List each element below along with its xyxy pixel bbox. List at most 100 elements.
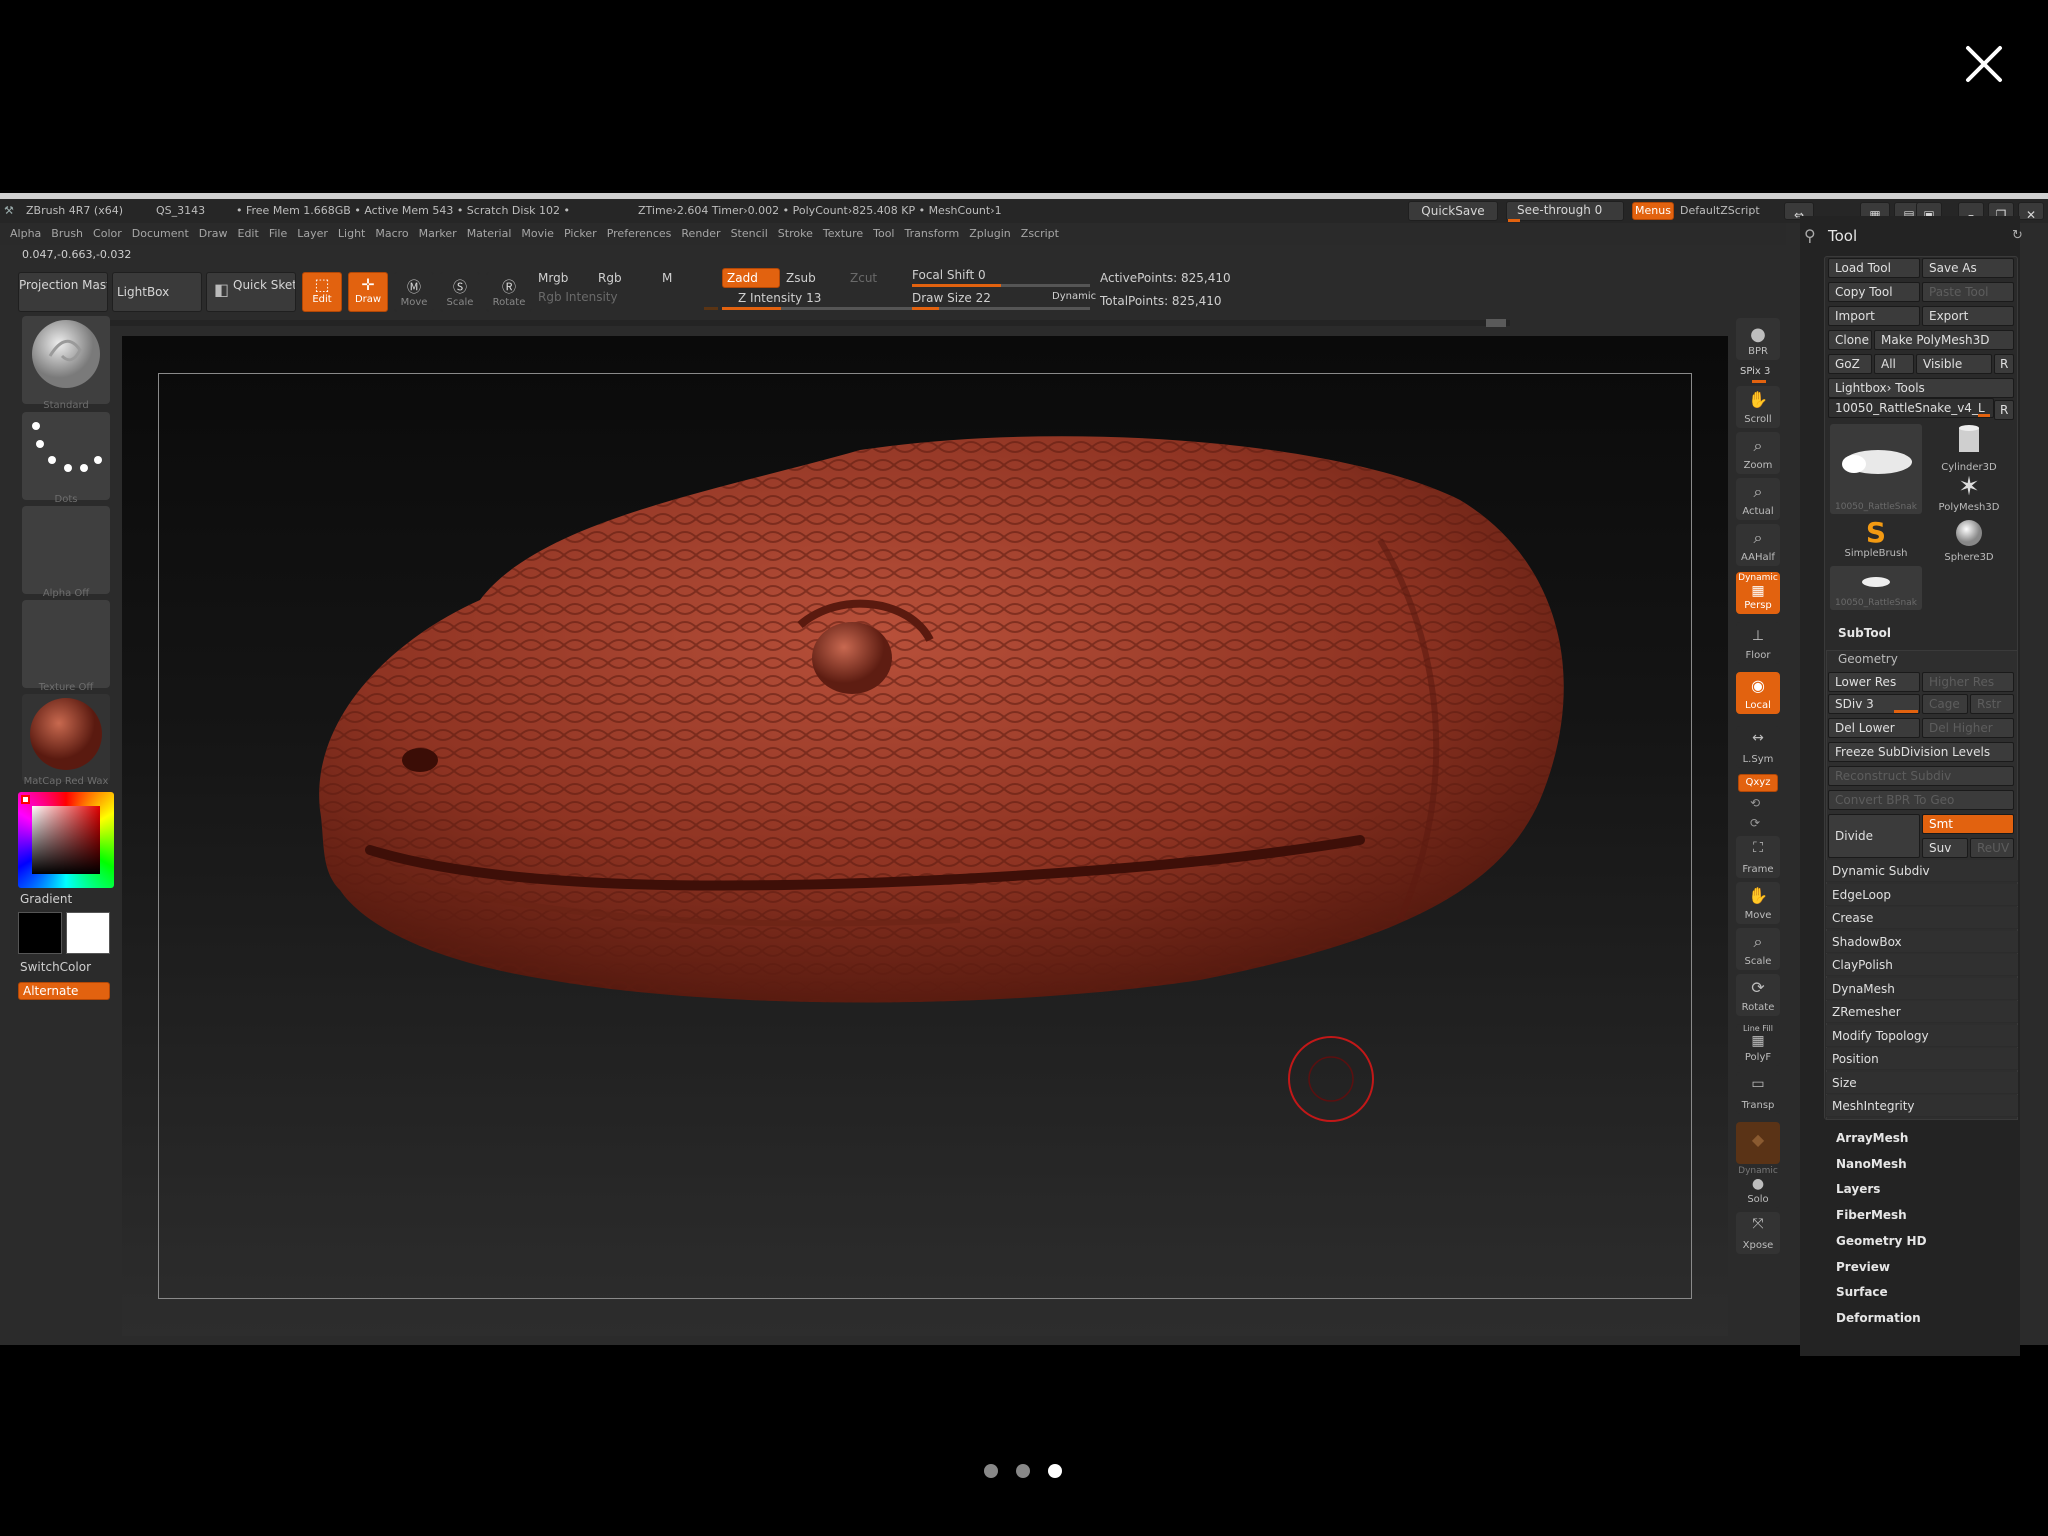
panel-refresh-icon[interactable]: ↻	[2012, 228, 2023, 243]
menu-item[interactable]: Zscript	[1021, 223, 1059, 245]
ghost-button[interactable]: ◆	[1736, 1122, 1780, 1164]
geometry-item[interactable]: ZRemesher	[1826, 1001, 2018, 1023]
geometry-item[interactable]: Dynamic Subdiv	[1826, 860, 2018, 882]
cage-button[interactable]: Cage	[1922, 694, 1968, 714]
scroll-button[interactable]: ✋ Scroll	[1736, 386, 1780, 428]
menu-item[interactable]: Preferences	[607, 223, 672, 245]
secondary-color-swatch[interactable]	[66, 912, 110, 954]
actual-button[interactable]: ⌕ Actual	[1736, 478, 1780, 520]
view-rotate-button[interactable]: ⟳ Rotate	[1736, 974, 1780, 1016]
geometry-header[interactable]: Geometry	[1838, 652, 1898, 666]
spix-slider[interactable]: SPix 3	[1740, 366, 1770, 377]
floor-button[interactable]: ⊥ Floor	[1736, 622, 1780, 664]
smt-toggle[interactable]: Smt	[1922, 814, 2014, 834]
tool-section[interactable]: Deformation	[1836, 1311, 1921, 1325]
draw-size-track[interactable]	[912, 307, 1090, 310]
paste-tool-button[interactable]: Paste Tool	[1922, 282, 2014, 302]
zcut-button[interactable]: Zcut	[850, 271, 877, 285]
goz-visible-button[interactable]: Visible	[1916, 354, 1992, 374]
xpose-button[interactable]: ⤧ Xpose	[1736, 1212, 1780, 1254]
alternate-button[interactable]: Alternate	[18, 982, 110, 1000]
page-dot[interactable]	[984, 1464, 998, 1478]
geometry-item[interactable]: Modify Topology	[1826, 1024, 2018, 1047]
lightbox-button[interactable]: LightBox	[112, 272, 202, 312]
tool-section[interactable]: Surface	[1836, 1285, 1888, 1299]
menu-item[interactable]: Draw	[199, 223, 228, 245]
main-color-swatch[interactable]	[18, 912, 62, 954]
m-button[interactable]: M	[662, 271, 672, 285]
import-button[interactable]: Import	[1828, 306, 1920, 326]
material-thumbnail[interactable]	[22, 694, 110, 782]
lsym-button[interactable]: ↔ L.Sym	[1736, 726, 1780, 768]
copy-tool-button[interactable]: Copy Tool	[1828, 282, 1920, 302]
persp-button[interactable]: Dynamic ▦ Persp	[1736, 572, 1780, 614]
page-dot-active[interactable]	[1048, 1464, 1062, 1478]
goz-r-button[interactable]: R	[1994, 354, 2014, 374]
script-name[interactable]: DefaultZScript	[1680, 199, 1760, 223]
rotate-button[interactable]: Ⓡ Rotate	[486, 272, 532, 312]
save-as-button[interactable]: Save As	[1922, 258, 2014, 278]
current-tool-r-button[interactable]: R	[1994, 400, 2014, 420]
export-button[interactable]: Export	[1922, 306, 2014, 326]
lower-res-button[interactable]: Lower Res	[1828, 672, 1920, 692]
menu-item[interactable]: Brush	[51, 223, 83, 245]
move-button[interactable]: Ⓜ Move	[394, 272, 434, 312]
frame-button[interactable]: ⛶ Frame	[1736, 836, 1780, 878]
tool-section[interactable]: Layers	[1836, 1182, 1880, 1196]
goz-all-button[interactable]: All	[1874, 354, 1914, 374]
geometry-item[interactable]: DynaMesh	[1826, 977, 2018, 1000]
menu-item[interactable]: Zplugin	[969, 223, 1011, 245]
brush-thumbnail[interactable]	[22, 316, 110, 404]
focal-shift-slider[interactable]: Focal Shift 0	[912, 268, 986, 282]
menu-item[interactable]: Marker	[419, 223, 457, 245]
solo-button[interactable]: Dynamic ● Solo	[1736, 1166, 1780, 1208]
divide-button[interactable]: Divide	[1828, 814, 1920, 858]
menu-item[interactable]: Render	[681, 223, 720, 245]
draw-size-slider[interactable]: Draw Size 22	[912, 291, 991, 305]
reconstruct-subdiv-button[interactable]: Reconstruct Subdiv	[1828, 766, 2014, 786]
transp-button[interactable]: ▭ Transp	[1736, 1072, 1780, 1114]
menu-item[interactable]: Color	[93, 223, 122, 245]
geometry-item[interactable]: Crease	[1826, 907, 2018, 929]
tool-thumb-rattlesnake[interactable]: 10050_RattleSnak	[1830, 424, 1922, 514]
draw-button[interactable]: ✛ Draw	[348, 272, 388, 312]
edit-button[interactable]: ⬚ Edit	[302, 272, 342, 312]
top-scrollbar-thumb[interactable]	[1486, 319, 1506, 327]
color-picker[interactable]	[18, 792, 114, 888]
rstr-button[interactable]: Rstr	[1970, 694, 2014, 714]
mrgb-button[interactable]: Mrgb	[538, 271, 568, 285]
freeze-subdiv-button[interactable]: Freeze SubDivision Levels	[1828, 742, 2014, 762]
window-close-icon[interactable]: ✕	[2018, 202, 2044, 220]
gradient-toggle[interactable]: Gradient	[20, 892, 72, 906]
menus-button[interactable]: Menus	[1632, 202, 1674, 220]
tool-panel-title[interactable]: Tool	[1828, 227, 1857, 245]
tool-thumb-simplebrush[interactable]: S SimpleBrush	[1830, 518, 1922, 564]
quicksave-button[interactable]: QuickSave	[1408, 201, 1498, 221]
clone-button[interactable]: Clone	[1828, 330, 1872, 350]
menu-item[interactable]: Light	[338, 223, 365, 245]
local-button[interactable]: ◉ Local	[1736, 672, 1780, 714]
higher-res-button[interactable]: Higher Res	[1922, 672, 2014, 692]
menu-item[interactable]: Stroke	[778, 223, 813, 245]
menu-item[interactable]: Picker	[564, 223, 597, 245]
del-higher-button[interactable]: Del Higher	[1922, 718, 2014, 738]
xyz-button[interactable]: Qxyz	[1738, 774, 1778, 792]
rattlesnake-model[interactable]	[300, 420, 1580, 1020]
menu-item[interactable]: Edit	[238, 223, 259, 245]
tool-section[interactable]: FiberMesh	[1836, 1208, 1907, 1222]
switchcolor-button[interactable]: SwitchColor	[20, 960, 91, 974]
menu-item[interactable]: Transform	[905, 223, 960, 245]
view-move-button[interactable]: ✋ Move	[1736, 882, 1780, 924]
suv-toggle[interactable]: Suv	[1922, 838, 1968, 858]
scale-button[interactable]: Ⓢ Scale	[440, 272, 480, 312]
geometry-item[interactable]: EdgeLoop	[1826, 883, 2018, 906]
view-scale-button[interactable]: ⌕ Scale	[1736, 928, 1780, 970]
menu-item[interactable]: Alpha	[10, 223, 41, 245]
aahalf-button[interactable]: ⌕ AAHalf	[1736, 524, 1780, 566]
zsub-button[interactable]: Zsub	[786, 271, 816, 285]
tool-thumb-polymesh[interactable]: ✶ PolyMesh3D	[1924, 472, 2014, 518]
tool-section[interactable]: NanoMesh	[1836, 1157, 1907, 1171]
geometry-item[interactable]: ClayPolish	[1826, 954, 2018, 976]
top-scrollbar[interactable]	[90, 320, 1510, 326]
convert-bpr-button[interactable]: Convert BPR To Geo	[1828, 790, 2014, 810]
